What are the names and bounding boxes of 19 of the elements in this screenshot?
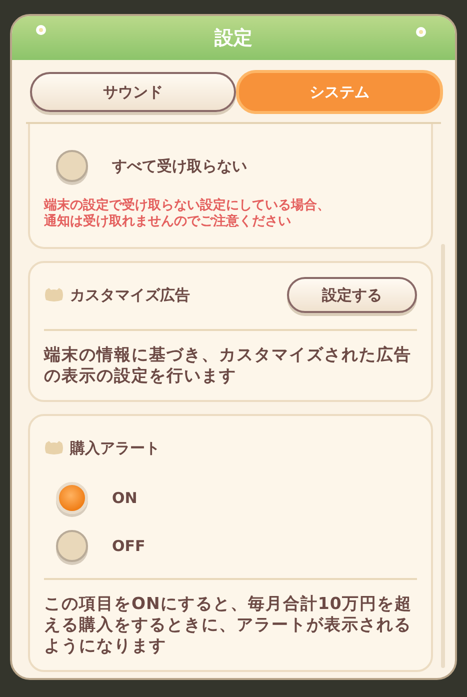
section-description: 端末の情報に基づき、カスタマイズされた広告の表示の設定を行います bbox=[44, 345, 412, 386]
cat-head-icon bbox=[44, 440, 64, 456]
cat-head-icon bbox=[44, 287, 64, 304]
section-description: この項目をONにすると、毎月合計10万円を超える購入をするときに、アラートが表示されるようになります bbox=[44, 594, 413, 656]
radio-button[interactable] bbox=[56, 530, 88, 562]
settings-button[interactable]: 設定する bbox=[287, 277, 417, 314]
warning-note: 端末の設定で受け取らない設定にしている場合、通知は受け取れませんのでご注意ください bbox=[44, 198, 331, 230]
dialog-title: 設定 bbox=[214, 26, 252, 51]
section-title: 購入アラート bbox=[70, 438, 161, 458]
flower-icon bbox=[414, 26, 428, 38]
scrollbar[interactable] bbox=[441, 244, 445, 668]
option-label: ON bbox=[112, 489, 138, 508]
section-title: カスタマイズ広告 bbox=[70, 286, 191, 305]
flower-icon bbox=[34, 24, 48, 36]
radio-button[interactable] bbox=[56, 482, 88, 514]
tab[interactable]: サウンド bbox=[30, 72, 236, 112]
option-label: すべて受け取らない bbox=[112, 156, 247, 176]
option-label: OFF bbox=[112, 537, 146, 556]
radio-button[interactable] bbox=[56, 150, 88, 182]
